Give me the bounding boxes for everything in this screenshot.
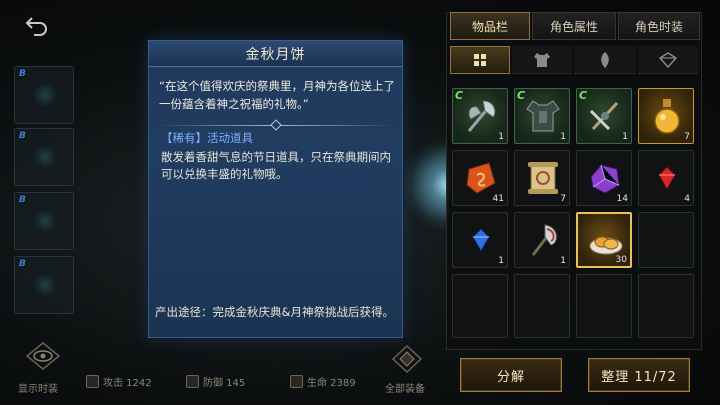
heart-icon <box>290 375 303 388</box>
equip-slot[interactable]: B <box>14 66 74 124</box>
equip-slot[interactable]: B <box>14 128 74 186</box>
all-equip-button[interactable] <box>390 344 424 374</box>
inventory-slot[interactable]: C 1 <box>514 88 570 144</box>
show-costume-toggle[interactable] <box>24 340 62 372</box>
tooltip-description: 散发着香甜气息的节日道具，只在祭典期间内可以兑换丰盛的礼物哦。 <box>161 150 391 181</box>
inventory-slot-empty[interactable] <box>638 274 694 338</box>
tab-inventory[interactable]: 物品栏 <box>450 12 530 40</box>
battle-axe-icon <box>531 224 557 256</box>
tooltip-title: 金秋月饼 <box>149 41 402 67</box>
life-stat: 生命 2389 <box>290 374 356 389</box>
inventory-slot-empty[interactable] <box>638 212 694 268</box>
tooltip-source: 产出途径：完成金秋庆典&月神祭挑战后获得。 <box>155 305 394 319</box>
eye-icon <box>25 342 61 370</box>
shard-icon <box>659 51 677 68</box>
tooltip-rarity-tag: 【稀有】活动道具 <box>161 131 253 145</box>
shield-icon <box>186 375 199 388</box>
item-tooltip: 金秋月饼 “在这个值得欢庆的祭典里，月神为各位送上了一份蕴含着神之祝福的礼物。”… <box>148 40 403 338</box>
back-arrow-icon <box>25 17 47 36</box>
tooltip-quote: “在这个值得欢庆的祭典里，月神为各位送上了一份蕴含着神之祝福的礼物。” <box>159 79 395 111</box>
inventory-slot[interactable]: 7 <box>638 88 694 144</box>
inventory-slot[interactable]: 4 <box>638 150 694 206</box>
crossbow-icon <box>589 101 619 131</box>
inventory-grid: C 1 C 1 C 1 7 41 7 14 4 1 1 30 <box>450 84 698 346</box>
inventory-slot[interactable]: 14 <box>576 150 632 206</box>
attack-icon <box>86 375 99 388</box>
purple-crystal-icon <box>590 164 620 194</box>
scroll-icon <box>528 162 558 194</box>
subtab-material[interactable] <box>574 46 636 74</box>
show-costume-label: 显示时装 <box>18 384 58 395</box>
equip-slot[interactable]: B <box>14 256 74 314</box>
inventory-slot-empty[interactable] <box>514 274 570 338</box>
potion-icon <box>654 99 680 134</box>
feather-icon <box>601 51 609 68</box>
attack-stat: 攻击 1242 <box>86 374 152 389</box>
sort-button[interactable]: 整理 11/72 <box>588 358 690 392</box>
inventory-slot[interactable]: 41 <box>452 150 508 206</box>
tab-character-attributes[interactable]: 角色属性 <box>532 12 616 40</box>
armor-icon <box>534 52 550 67</box>
blue-gem-icon <box>472 228 490 253</box>
decompose-button[interactable]: 分解 <box>460 358 562 392</box>
armor-icon <box>526 100 560 132</box>
defense-stat: 防御 145 <box>186 374 245 389</box>
tab-character-costume[interactable]: 角色时装 <box>618 12 700 40</box>
inventory-slot[interactable]: C 1 <box>576 88 632 144</box>
subtab-all[interactable] <box>450 46 510 74</box>
inventory-slot-empty[interactable] <box>452 274 508 338</box>
back-button[interactable] <box>22 12 52 38</box>
inventory-slot-selected[interactable]: 30 <box>576 212 632 268</box>
subtab-gem[interactable] <box>638 46 698 74</box>
axe-icon <box>467 100 496 132</box>
all-equip-icon <box>391 344 423 374</box>
rune-stone-icon <box>466 162 496 194</box>
tooltip-pointer-glow <box>403 140 449 230</box>
subtab-armor[interactable] <box>512 46 572 74</box>
all-equip-label: 全部装备 <box>385 384 425 395</box>
inventory-slot[interactable]: 1 <box>452 212 508 268</box>
red-gem-icon <box>658 166 676 191</box>
inventory-slot[interactable]: 7 <box>514 150 570 206</box>
inventory-slot[interactable]: C 1 <box>452 88 508 144</box>
inventory-slot[interactable]: 1 <box>514 212 570 268</box>
grid-icon <box>474 54 486 66</box>
divider-diamond-icon <box>270 119 282 131</box>
equip-slot[interactable]: B <box>14 192 74 250</box>
inventory-slot-empty[interactable] <box>576 274 632 338</box>
